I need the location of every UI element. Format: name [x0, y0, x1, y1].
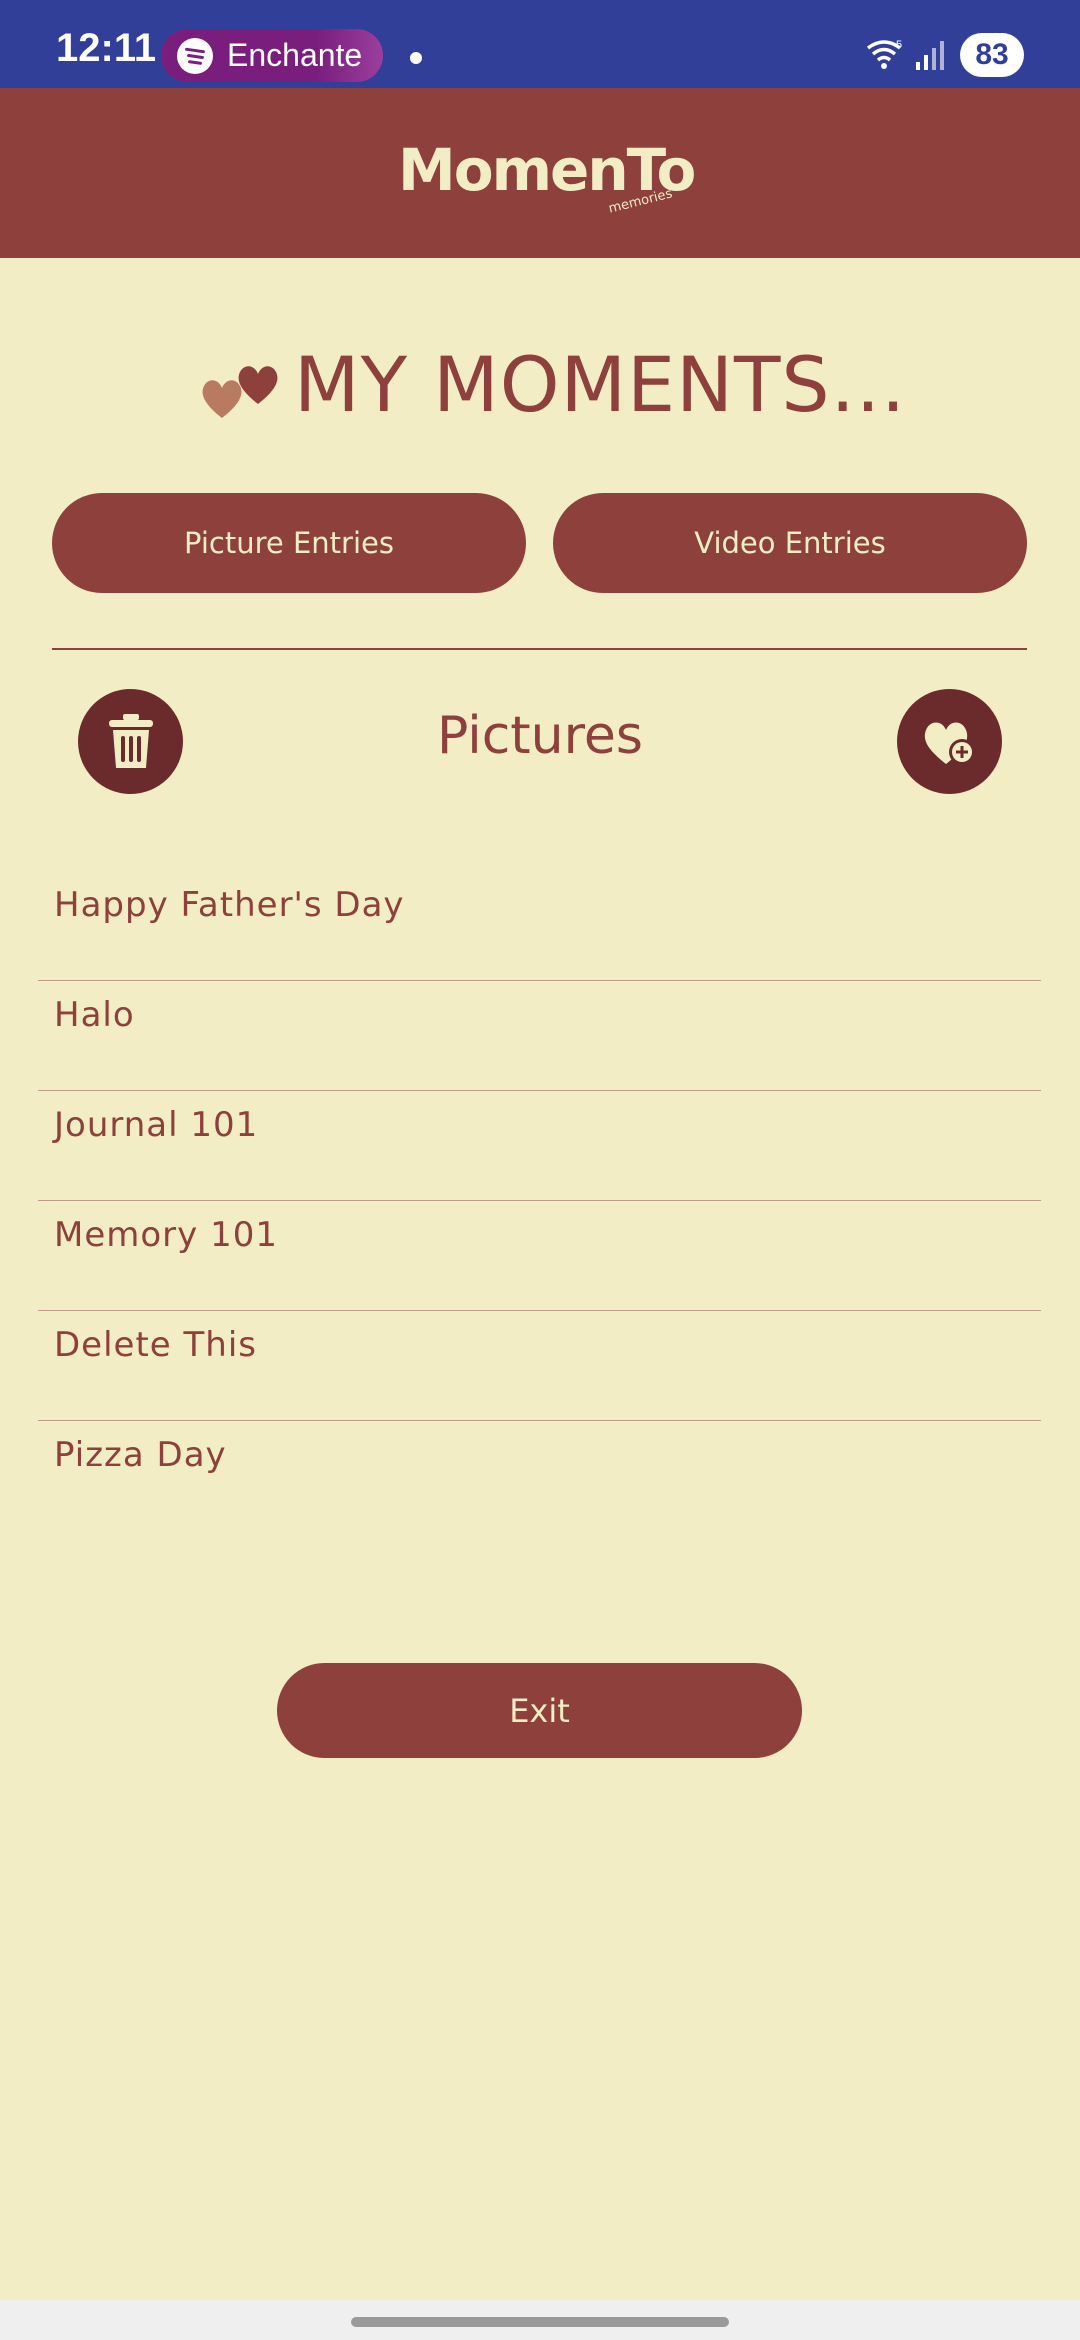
list-item-label: Journal 101	[54, 1105, 259, 1145]
list-item[interactable]: Pizza Day	[38, 1421, 1041, 1531]
list-item[interactable]: Halo	[38, 981, 1041, 1091]
media-title: Enchante	[227, 37, 363, 73]
trash-icon	[108, 713, 153, 768]
app-header: MomenTo memories	[0, 88, 1080, 258]
list-item-label: Delete This	[54, 1325, 257, 1365]
media-playing-pill[interactable]: Enchante	[161, 29, 383, 82]
entry-list: Happy Father's Day Halo Journal 101 Memo…	[38, 871, 1041, 1531]
page-title-row: MY MOMENTS...	[200, 340, 905, 440]
add-entry-button[interactable]	[897, 689, 1002, 794]
signal-icon	[916, 41, 944, 70]
list-item-label: Happy Father's Day	[54, 885, 405, 925]
system-nav-bar	[0, 2300, 1080, 2340]
list-item[interactable]: Delete This	[38, 1311, 1041, 1421]
list-item[interactable]: Memory 101	[38, 1201, 1041, 1311]
tab-picture-entries[interactable]: Picture Entries	[52, 493, 526, 593]
spotify-icon	[177, 37, 213, 74]
tab-video-entries[interactable]: Video Entries	[553, 493, 1027, 593]
list-item[interactable]: Journal 101	[38, 1091, 1041, 1201]
list-item[interactable]: Happy Father's Day	[38, 871, 1041, 981]
wifi-icon: 5	[866, 39, 902, 69]
svg-text:5: 5	[896, 39, 902, 51]
home-indicator[interactable]	[351, 2317, 729, 2327]
exit-button[interactable]: Exit	[277, 1663, 802, 1758]
list-item-label: Pizza Day	[54, 1435, 227, 1475]
heart-plus-icon	[924, 722, 975, 765]
section-title: Pictures	[437, 706, 643, 766]
divider	[52, 648, 1027, 650]
list-item-label: Halo	[54, 995, 135, 1035]
hearts-icon	[202, 366, 278, 418]
battery-indicator: 83	[960, 33, 1024, 77]
notification-dot-icon	[410, 52, 422, 64]
page-title: MY MOMENTS...	[294, 340, 907, 429]
status-bar: 12:11 Enchante 5 83	[0, 0, 1080, 88]
list-item-label: Memory 101	[54, 1215, 278, 1255]
app-logo: MomenTo memories	[398, 136, 696, 217]
status-time: 12:11	[56, 26, 157, 70]
delete-button[interactable]	[78, 689, 183, 794]
